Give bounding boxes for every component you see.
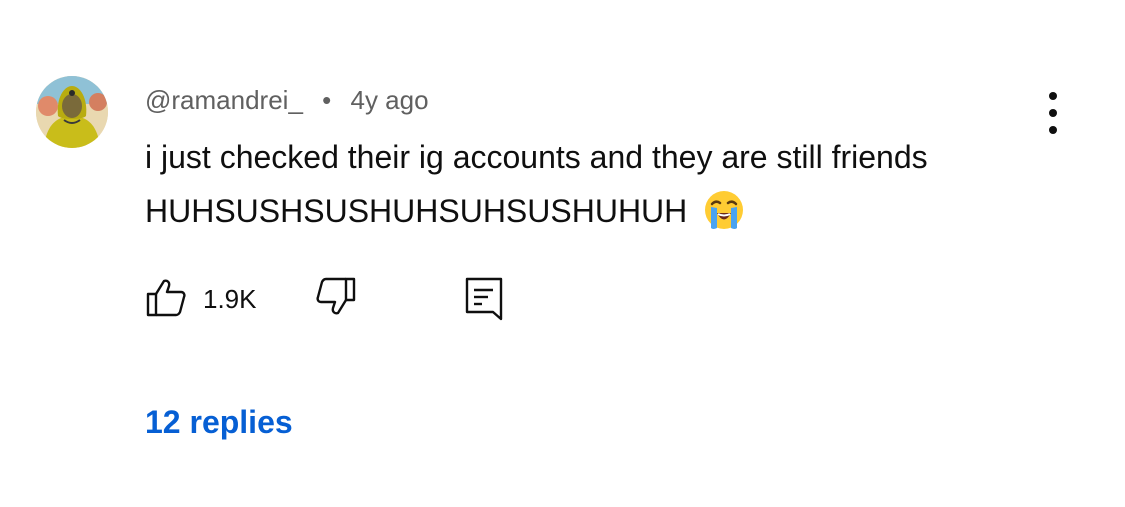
- author-name[interactable]: @ramandrei_: [145, 85, 303, 115]
- like-button[interactable]: 1.9K: [145, 276, 257, 323]
- comment-timestamp[interactable]: 4y ago: [350, 85, 428, 115]
- avatar[interactable]: [36, 76, 108, 148]
- more-options-button[interactable]: [1036, 92, 1070, 134]
- loudly-crying-face-icon: [704, 190, 744, 246]
- reply-button[interactable]: [463, 276, 505, 327]
- view-replies-button[interactable]: 12 replies: [145, 404, 293, 441]
- more-vertical-icon: [1049, 92, 1057, 100]
- comment-icon: [463, 277, 505, 326]
- dislike-button[interactable]: [315, 276, 357, 323]
- comment-meta: @ramandrei_ • 4y ago: [145, 84, 429, 116]
- thumbs-down-icon: [315, 277, 357, 322]
- meta-separator: •: [322, 85, 332, 115]
- comment-text: i just checked their ig accounts and the…: [145, 139, 928, 229]
- comment-text-block: i just checked their ig accounts and the…: [145, 130, 1005, 246]
- thumbs-up-icon: [145, 276, 187, 323]
- avatar-image: [36, 76, 108, 148]
- like-count: 1.9K: [203, 284, 257, 314]
- comment-thread: @ramandrei_ • 4y ago i just checked thei…: [0, 0, 1125, 507]
